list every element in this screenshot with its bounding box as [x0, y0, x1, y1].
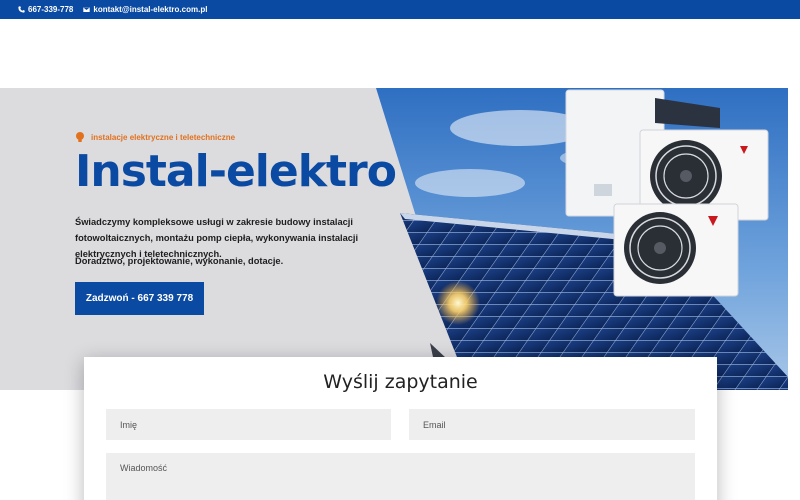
- message-field[interactable]: [106, 453, 695, 500]
- hero-tagline: instalacje elektryczne i teletechniczne: [75, 132, 235, 143]
- email-text: kontakt@instal-elektro.com.pl: [93, 5, 208, 14]
- contact-form-card: Wyślij zapytanie: [84, 357, 717, 500]
- hero-section: instalacje elektryczne i teletechniczne …: [0, 88, 800, 390]
- envelope-icon: [83, 6, 91, 13]
- hero-subtext: Doradztwo, projektowanie, wykonanie, dot…: [75, 256, 284, 266]
- tagline-text: instalacje elektryczne i teletechniczne: [91, 133, 236, 142]
- email-field[interactable]: [409, 409, 695, 440]
- page-title: Instal-elektro: [75, 146, 397, 197]
- phone-link[interactable]: 667-339-778: [18, 5, 73, 14]
- form-title: Wyślij zapytanie: [323, 371, 478, 393]
- top-bar: 667-339-778 kontakt@instal-elektro.com.p…: [0, 0, 800, 19]
- phone-icon: [18, 6, 25, 13]
- hero-description: Świadczymy kompleksowe usługi w zakresie…: [75, 217, 359, 259]
- lightbulb-icon: [76, 132, 84, 142]
- name-field[interactable]: [106, 409, 391, 440]
- call-button[interactable]: Zadzwoń - 667 339 778: [75, 282, 204, 315]
- email-link[interactable]: kontakt@instal-elektro.com.pl: [83, 5, 207, 14]
- phone-text: 667-339-778: [28, 5, 74, 14]
